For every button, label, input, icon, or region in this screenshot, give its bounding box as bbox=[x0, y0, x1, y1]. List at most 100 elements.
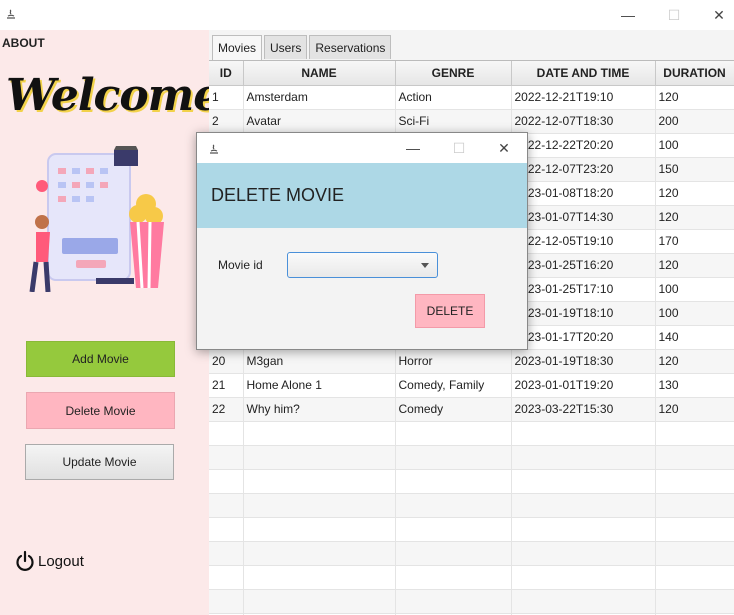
table-cell[interactable]: 2023-01-01T19:20 bbox=[511, 373, 656, 398]
table-cell[interactable]: 2022-12-07T18:30 bbox=[511, 109, 656, 134]
table-cell[interactable]: 2023-01-19T18:10 bbox=[511, 301, 656, 326]
table-cell[interactable]: Avatar bbox=[243, 109, 396, 134]
table-cell[interactable]: 2023-01-08T18:20 bbox=[511, 181, 656, 206]
delete-movie-button[interactable]: Delete Movie bbox=[26, 392, 175, 429]
table-cell[interactable] bbox=[243, 421, 396, 446]
table-row[interactable] bbox=[209, 469, 734, 494]
table-cell[interactable]: 21 bbox=[209, 373, 244, 398]
table-cell[interactable]: Amsterdam bbox=[243, 85, 396, 110]
column-header[interactable]: DURATION bbox=[655, 61, 734, 86]
table-cell[interactable] bbox=[209, 421, 244, 446]
table-cell[interactable]: 22 bbox=[209, 397, 244, 422]
dialog-minimize-button[interactable]: — bbox=[390, 133, 436, 163]
table-cell[interactable] bbox=[655, 517, 734, 542]
table-cell[interactable] bbox=[395, 589, 512, 614]
logout-button[interactable]: Logout bbox=[14, 550, 84, 572]
table-cell[interactable]: 100 bbox=[655, 133, 734, 158]
table-row[interactable] bbox=[209, 517, 734, 542]
table-cell[interactable]: 120 bbox=[655, 397, 734, 422]
table-row[interactable]: 1 Amsterdam Action 2022-12-21T19:10 120 bbox=[209, 85, 734, 110]
table-cell[interactable]: 130 bbox=[655, 373, 734, 398]
table-cell[interactable]: Home Alone 1 bbox=[243, 373, 396, 398]
table-cell[interactable]: 120 bbox=[655, 85, 734, 110]
table-cell[interactable]: Sci-Fi bbox=[395, 109, 512, 134]
table-cell[interactable]: 20 bbox=[209, 349, 244, 374]
table-cell[interactable]: 1 bbox=[209, 85, 244, 110]
table-cell[interactable]: Comedy bbox=[395, 397, 512, 422]
column-header[interactable]: DATE AND TIME bbox=[511, 61, 656, 86]
table-cell[interactable] bbox=[395, 469, 512, 494]
table-cell[interactable] bbox=[511, 589, 656, 614]
table-row[interactable] bbox=[209, 541, 734, 566]
table-cell[interactable]: 140 bbox=[655, 325, 734, 350]
table-cell[interactable] bbox=[209, 445, 244, 470]
table-cell[interactable] bbox=[511, 517, 656, 542]
table-cell[interactable] bbox=[655, 469, 734, 494]
close-button[interactable]: ✕ bbox=[696, 0, 734, 30]
table-cell[interactable]: 150 bbox=[655, 157, 734, 182]
table-cell[interactable] bbox=[243, 589, 396, 614]
column-header[interactable]: GENRE bbox=[395, 61, 512, 86]
table-cell[interactable] bbox=[511, 565, 656, 590]
table-cell[interactable] bbox=[395, 565, 512, 590]
movie-id-select[interactable] bbox=[287, 252, 438, 278]
table-cell[interactable]: 2023-01-25T17:10 bbox=[511, 277, 656, 302]
table-cell[interactable]: Comedy, Family bbox=[395, 373, 512, 398]
table-cell[interactable] bbox=[395, 541, 512, 566]
column-header[interactable]: NAME bbox=[243, 61, 396, 86]
minimize-button[interactable]: — bbox=[605, 0, 651, 30]
table-cell[interactable] bbox=[243, 541, 396, 566]
table-cell[interactable] bbox=[655, 541, 734, 566]
table-cell[interactable]: M3gan bbox=[243, 349, 396, 374]
table-row[interactable]: 2 Avatar Sci-Fi 2022-12-07T18:30 200 bbox=[209, 109, 734, 134]
table-cell[interactable]: 2022-12-07T23:20 bbox=[511, 157, 656, 182]
add-movie-button[interactable]: Add Movie bbox=[26, 341, 175, 377]
table-cell[interactable]: 120 bbox=[655, 181, 734, 206]
table-cell[interactable]: 2023-01-07T14:30 bbox=[511, 205, 656, 230]
table-cell[interactable]: 200 bbox=[655, 109, 734, 134]
table-cell[interactable]: 2022-12-22T20:20 bbox=[511, 133, 656, 158]
table-cell[interactable]: 120 bbox=[655, 253, 734, 278]
table-cell[interactable]: 2022-12-21T19:10 bbox=[511, 85, 656, 110]
table-cell[interactable] bbox=[243, 565, 396, 590]
table-cell[interactable] bbox=[209, 541, 244, 566]
dialog-close-button[interactable]: ✕ bbox=[481, 133, 527, 163]
table-cell[interactable]: 2 bbox=[209, 109, 244, 134]
table-cell[interactable] bbox=[655, 421, 734, 446]
tab-movies[interactable]: Movies bbox=[212, 35, 263, 60]
table-cell[interactable] bbox=[395, 493, 512, 518]
table-cell[interactable] bbox=[209, 565, 244, 590]
table-cell[interactable] bbox=[511, 493, 656, 518]
table-row[interactable] bbox=[209, 493, 734, 518]
table-row[interactable] bbox=[209, 445, 734, 470]
tab-users[interactable]: Users bbox=[264, 35, 308, 59]
table-cell[interactable]: 120 bbox=[655, 349, 734, 374]
table-cell[interactable] bbox=[395, 421, 512, 446]
maximize-button[interactable]: ☐ bbox=[651, 0, 697, 30]
about-label[interactable]: ABOUT bbox=[2, 36, 45, 50]
table-cell[interactable]: 2023-03-22T15:30 bbox=[511, 397, 656, 422]
table-row[interactable]: 20 M3gan Horror 2023-01-19T18:30 120 bbox=[209, 349, 734, 374]
table-cell[interactable]: 2023-01-19T18:30 bbox=[511, 349, 656, 374]
table-cell[interactable]: 2023-01-17T20:20 bbox=[511, 325, 656, 350]
table-cell[interactable] bbox=[243, 517, 396, 542]
table-cell[interactable] bbox=[511, 421, 656, 446]
table-cell[interactable] bbox=[655, 565, 734, 590]
table-cell[interactable] bbox=[243, 493, 396, 518]
table-cell[interactable]: 2022-12-05T19:10 bbox=[511, 229, 656, 254]
table-row[interactable]: 21 Home Alone 1 Comedy, Family 2023-01-01T1… bbox=[209, 373, 734, 398]
tab-reservations[interactable]: Reservations bbox=[309, 35, 392, 59]
table-cell[interactable]: Action bbox=[395, 85, 512, 110]
table-cell[interactable]: Horror bbox=[395, 349, 512, 374]
dialog-maximize-button[interactable]: ☐ bbox=[436, 133, 482, 163]
table-cell[interactable] bbox=[209, 517, 244, 542]
table-cell[interactable] bbox=[655, 589, 734, 614]
table-cell[interactable] bbox=[209, 589, 244, 614]
table-cell[interactable] bbox=[243, 445, 396, 470]
update-movie-button[interactable]: Update Movie bbox=[25, 444, 174, 480]
table-row[interactable] bbox=[209, 565, 734, 590]
table-cell[interactable]: 120 bbox=[655, 205, 734, 230]
table-cell[interactable]: 100 bbox=[655, 277, 734, 302]
table-cell[interactable] bbox=[511, 469, 656, 494]
delete-button[interactable]: DELETE bbox=[415, 294, 485, 328]
